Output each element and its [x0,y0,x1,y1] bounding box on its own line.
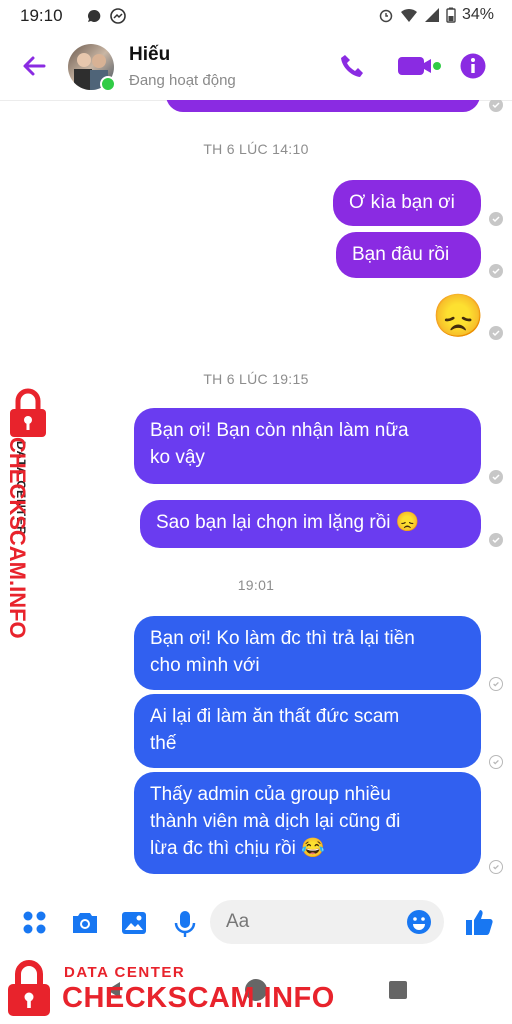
avatar[interactable] [68,44,118,94]
watermark-brand: CHECKSCAM.INFO [5,437,30,639]
sent-receipt [489,860,503,874]
emoji-icon[interactable] [406,909,432,935]
lock-icon [10,388,46,437]
message-bubble[interactable]: Ai lại đi làm ăn thất đức scam thế [134,694,481,768]
watermark-bottom: DATA CENTER CHECKSCAM.INFO [6,958,334,1020]
timestamp: TH 6 LÚC 14:10 [203,141,309,157]
composer-bar: Aa [0,896,512,952]
phone-icon[interactable] [338,52,366,80]
watermark-side: DATA CENTER CHECKSCAM.INFO [0,385,60,639]
status-time: 19:10 [20,6,63,25]
message-line: Bạn ơi! Ko làm đc thì trả lại tiền [150,628,415,649]
timestamp: 19:01 [237,577,275,593]
read-receipt [489,470,503,484]
messenger-icon [110,8,126,24]
sent-receipt [489,755,503,769]
read-receipt [489,264,503,278]
menu-dots-icon[interactable] [22,910,48,936]
emoji-message[interactable]: 😞 [432,292,484,340]
message-line: thế [150,733,177,754]
message-bubble[interactable]: Bạn ơi! Bạn còn nhận làm nữa ko vậy [134,408,481,484]
message-line: thành viên mà dịch lại cũng đi [150,811,401,832]
message-bubble[interactable]: Ơ kìa bạn ơi [333,180,481,226]
watermark-label: DATA CENTER [64,964,186,981]
contact-name[interactable]: Hiếu [129,44,170,66]
read-receipt [489,100,503,112]
message-line: lừa đc thì chịu rồi 😂 [150,838,325,859]
read-receipt [489,533,503,547]
back-arrow-icon[interactable] [20,52,48,80]
online-indicator [100,76,116,92]
message-input[interactable]: Aa [210,900,444,944]
message-line: cho mình với [150,655,260,676]
message-line: Thấy admin của group nhiều [150,784,391,805]
read-receipt [489,326,503,340]
like-icon[interactable] [464,907,494,937]
message-bubble[interactable]: Bạn đâu rồi [336,232,481,278]
message-line: Ai lại đi làm ăn thất đức scam [150,706,400,727]
message-bubble-previous[interactable] [166,100,480,112]
presence-status: Đang hoạt động [129,72,236,89]
conversation-header: Hiếu Đang hoạt động [0,34,512,101]
gallery-icon[interactable] [121,910,147,936]
chat-bubble-icon [88,9,101,22]
battery-icon [446,7,456,23]
nav-recents-icon[interactable] [388,980,408,1000]
lock-icon [8,960,50,1016]
message-bubble[interactable]: Thấy admin của group nhiều thành viên mà… [134,772,481,874]
battery-level: 34% [461,6,494,23]
signal-icon [424,8,439,22]
watermark-brand: CHECKSCAM.INFO [62,982,335,1014]
alarm-icon [379,9,393,23]
read-receipt [489,212,503,226]
status-bar: 19:10 34% [0,0,512,34]
mic-icon[interactable] [174,910,196,938]
camera-icon[interactable] [71,910,99,936]
message-list[interactable]: TH 6 LÚC 14:10 Ơ kìa bạn ơi Bạn đâu rồi … [0,100,512,890]
video-icon[interactable] [397,52,443,80]
message-line: ko vậy [150,447,205,468]
message-input-placeholder: Aa [226,911,250,932]
message-line: Bạn ơi! Bạn còn nhận làm nữa [150,420,409,441]
timestamp: TH 6 LÚC 19:15 [203,371,309,387]
wifi-icon [400,8,417,22]
sent-receipt [489,677,503,691]
message-bubble[interactable]: Sao bạn lại chọn im lặng rồi 😞 [140,500,481,548]
message-bubble[interactable]: Bạn ơi! Ko làm đc thì trả lại tiền cho m… [134,616,481,690]
info-icon[interactable] [459,52,487,80]
